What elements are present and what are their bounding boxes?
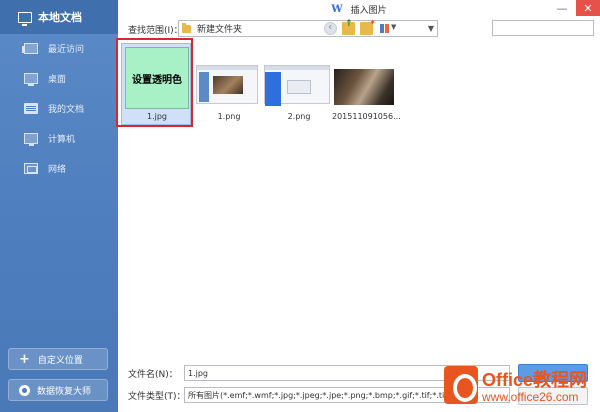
recovery-icon (19, 384, 30, 396)
filetype-label: 文件类型(T)： (128, 392, 186, 402)
sidebar-item-network[interactable]: 网络 (0, 153, 118, 183)
sidebar-item-desktop[interactable]: 桌面 (0, 63, 118, 93)
sidebar-item-label: 最近访问 (48, 44, 85, 55)
data-recovery-button[interactable]: 数据恢复大师 (8, 379, 108, 401)
chevron-down-icon[interactable]: ▼ (391, 23, 396, 31)
lookin-value: 新建文件夹 (197, 25, 243, 35)
plus-icon: + (19, 351, 30, 367)
close-button[interactable]: ✕ (576, 0, 600, 16)
window-title: 插入图片 (350, 5, 387, 16)
file-thumbnail (196, 65, 258, 104)
documents-icon (24, 102, 38, 114)
filename-label: 文件名(N)： (128, 370, 178, 380)
file-name: 201511091056... (332, 112, 401, 121)
filename-value: 1.jpg (188, 368, 209, 378)
sidebar-item-label: 网络 (48, 164, 67, 175)
selection-highlight (116, 38, 193, 127)
lookin-label: 查找范围(I)： (128, 26, 183, 36)
sidebar-header-label: 本地文档 (38, 11, 82, 24)
minimize-icon: — (556, 1, 568, 15)
data-recovery-label: 数据恢复大师 (37, 386, 92, 397)
new-folder-icon[interactable] (360, 18, 376, 35)
close-icon: ✕ (583, 1, 593, 15)
search-input[interactable] (492, 20, 594, 36)
office-logo-icon (444, 366, 478, 404)
watermark-brand: Office教程网 (482, 370, 588, 390)
sidebar-item-documents[interactable]: 我的文档 (0, 93, 118, 123)
view-menu-icon[interactable] (380, 24, 389, 33)
clock-icon (22, 42, 38, 54)
sidebar-item-label: 计算机 (48, 134, 76, 145)
lookin-dropdown[interactable]: 新建文件夹 ▼ (178, 20, 438, 37)
minimize-button[interactable]: — (550, 0, 574, 16)
watermark-url: www.office26.com (482, 390, 579, 404)
custom-location-button[interactable]: + 自定义位置 (8, 348, 108, 370)
up-folder-icon[interactable] (342, 19, 355, 35)
title-bar: W 插入图片 (118, 0, 600, 18)
sidebar-item-computer[interactable]: 计算机 (0, 123, 118, 153)
file-item-2-png[interactable]: 2.png (264, 40, 334, 122)
filetype-value: 所有图片(*.emf;*.wmf;*.jpg;*.jpeg;*.jpe;*.pn… (188, 390, 479, 400)
file-item-1-png[interactable]: 1.png (194, 40, 264, 122)
sidebar-item-label: 我的文档 (48, 104, 85, 115)
watermark: Office教程网 www.office26.com (438, 360, 600, 412)
file-item-201511091056[interactable]: 201511091056... (332, 40, 402, 122)
sidebar-header[interactable]: 本地文档 (0, 0, 118, 34)
folder-icon (182, 22, 191, 33)
file-name: 2.png (287, 112, 311, 121)
network-icon (24, 162, 38, 174)
back-icon[interactable] (324, 20, 337, 35)
desktop-icon (24, 72, 38, 86)
computer-icon (24, 132, 38, 146)
custom-location-label: 自定义位置 (37, 355, 83, 366)
file-name: 1.png (217, 112, 241, 121)
monitor-icon (18, 11, 32, 26)
toolbar: 查找范围(I)： 新建文件夹 ▼ ▼ (118, 18, 600, 40)
chevron-down-icon: ▼ (427, 24, 434, 33)
wps-logo-icon: W (331, 3, 343, 15)
file-thumbnail (334, 69, 394, 105)
file-thumbnail (264, 65, 330, 106)
sidebar: 本地文档 最近访问 桌面 我的文档 计算机 网络 + 自定义位置 数据恢复大师 (0, 0, 118, 412)
sidebar-item-label: 桌面 (48, 74, 67, 85)
sidebar-item-recent[interactable]: 最近访问 (0, 33, 118, 63)
